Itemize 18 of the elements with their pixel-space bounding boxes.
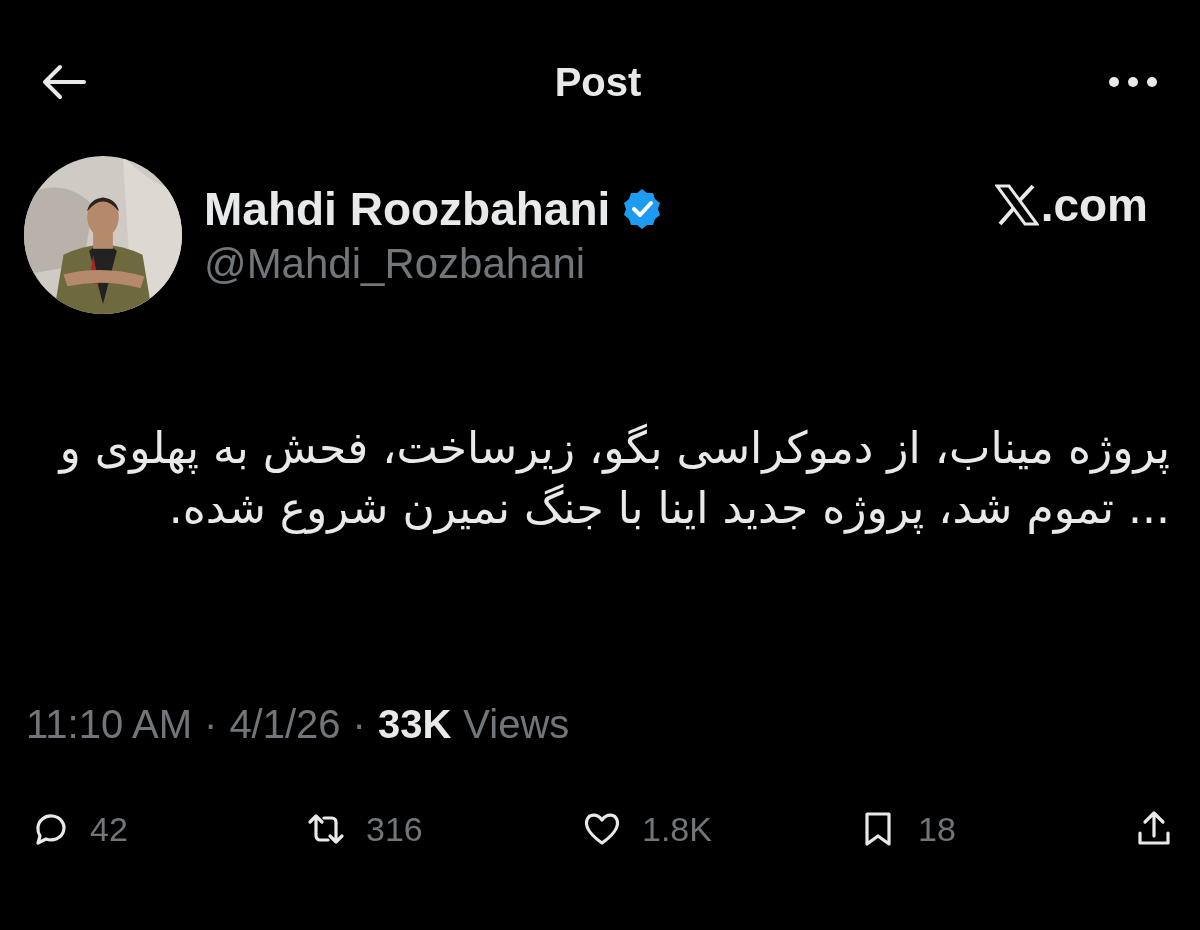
views-label: Views	[463, 702, 570, 747]
post-time: 11:10 AM	[26, 702, 193, 747]
repost-button[interactable]: 316	[306, 809, 476, 849]
post-text: پروژه میناب، از دموکراسی بگو، زیرساخت، فحش به پهلوی و ... تموم شد، پروژه جدید اینا با جنگ نمیرن شروع شده.	[56, 421, 1171, 536]
separator-dot: ·	[204, 702, 218, 747]
bookmark-button[interactable]: 18	[858, 809, 1028, 849]
x-logo-icon	[994, 184, 1039, 226]
author-handle[interactable]: @Mahdi_Rozbahani	[204, 240, 973, 288]
author-name[interactable]: Mahdi Roozbahani	[204, 182, 611, 236]
post-date: 4/1/26	[229, 702, 341, 747]
page-title: Post	[554, 59, 642, 105]
separator-dot: ·	[352, 702, 366, 747]
source-domain: .com	[1040, 178, 1148, 232]
like-button[interactable]: 1.8K	[582, 809, 752, 849]
more-icon[interactable]	[1108, 76, 1158, 88]
back-icon[interactable]	[40, 62, 88, 102]
views-count: 33K	[377, 702, 452, 747]
reply-button[interactable]: 42	[30, 809, 200, 849]
